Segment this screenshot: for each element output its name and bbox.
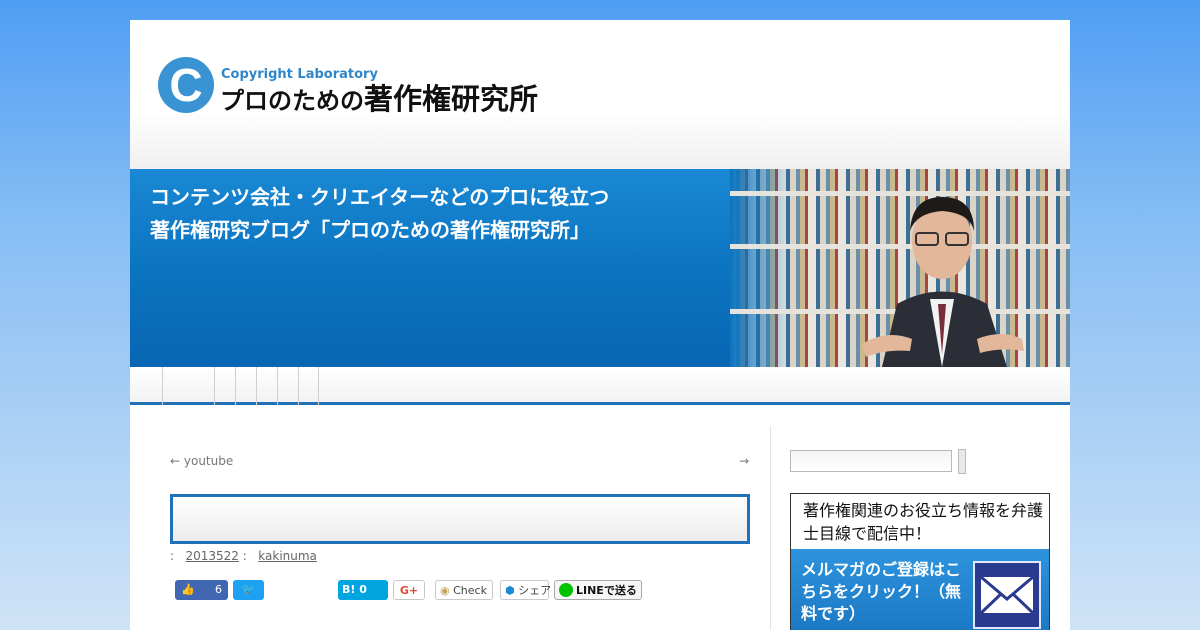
post-date-link[interactable]: 2013522 — [186, 549, 239, 563]
line-send-label: LINEで送る — [576, 584, 637, 597]
facebook-like-button[interactable]: 👍 6 — [175, 580, 228, 600]
search-button[interactable] — [958, 449, 966, 474]
envelope-icon — [973, 561, 1041, 629]
banner-headline: コンテンツ会社・クリエイターなどのプロに役立つ — [150, 185, 610, 209]
nav-item[interactable] — [162, 367, 214, 405]
line-send-button[interactable]: LINEで送る — [554, 580, 642, 600]
meta-separator: : — [170, 549, 175, 563]
site-title[interactable]: プロのための著作権研究所 — [220, 76, 538, 118]
mixi-check-label: Check — [453, 584, 487, 597]
content-area: ← youtube → : 2013522 : kakinuma 👍 6 🐦 B… — [130, 408, 1070, 630]
hatena-bookmark-button[interactable]: B! 0 — [338, 580, 388, 600]
site-title-main: 著作権研究所 — [364, 82, 539, 116]
main-nav — [130, 367, 1070, 405]
meta-separator: : — [242, 549, 247, 563]
nav-item[interactable] — [235, 367, 256, 405]
nav-item[interactable] — [277, 367, 298, 405]
page: C Copyright Laboratory プロのための著作権研究所 コンテン… — [130, 20, 1070, 630]
next-post-link[interactable]: → — [739, 454, 749, 468]
twitter-bird-icon: 🐦 — [241, 583, 256, 596]
share-button[interactable]: ⬢ シェア — [500, 580, 552, 600]
google-plus-button[interactable]: G+ — [393, 580, 425, 600]
twitter-button[interactable]: 🐦 — [233, 580, 264, 600]
nav-item[interactable] — [214, 367, 235, 405]
mixi-check-button[interactable]: ◉ Check — [435, 580, 493, 600]
nav-item[interactable] — [256, 367, 277, 405]
prev-post-link[interactable]: ← youtube — [170, 454, 233, 468]
hexagon-icon: ⬢ — [505, 584, 515, 597]
newsletter-description: 著作権関連のお役立ち情報を弁護士目線で配信中！ — [803, 501, 1044, 543]
mixi-icon: ◉ — [440, 584, 450, 597]
newsletter-signup-banner[interactable]: メルマガのご登録はこちらをクリック！（無料です） — [791, 549, 1049, 630]
banner-subheadline: 著作権研究ブログ「プロのための著作権研究所」 — [150, 218, 590, 242]
search-input[interactable] — [790, 450, 952, 472]
share-label: シェア — [518, 584, 552, 597]
hero-banner: コンテンツ会社・クリエイターなどのプロに役立つ 著作権研究ブログ「プロのための著… — [130, 169, 1070, 367]
logo-c-icon[interactable]: C — [158, 57, 214, 113]
facebook-like-count: 6 — [215, 583, 222, 596]
newsletter-widget[interactable]: 著作権関連のお役立ち情報を弁護士目線で配信中！ メルマガのご登録はこちらをクリッ… — [790, 493, 1050, 630]
thumbs-up-icon: 👍 — [181, 583, 195, 596]
site-title-prefix: プロのための — [220, 87, 364, 115]
newsletter-cta-text: メルマガのご登録はこちらをクリック！（無料です） — [801, 560, 962, 623]
post-meta: : 2013522 : kakinuma — [170, 549, 317, 563]
line-icon — [559, 583, 573, 597]
post-author-link[interactable]: kakinuma — [258, 549, 317, 563]
site-header: C Copyright Laboratory プロのための著作権研究所 — [130, 20, 1070, 169]
column-divider — [770, 426, 771, 630]
lawyer-photo — [862, 197, 1024, 367]
nav-item[interactable] — [298, 367, 319, 405]
post-title — [170, 494, 750, 544]
